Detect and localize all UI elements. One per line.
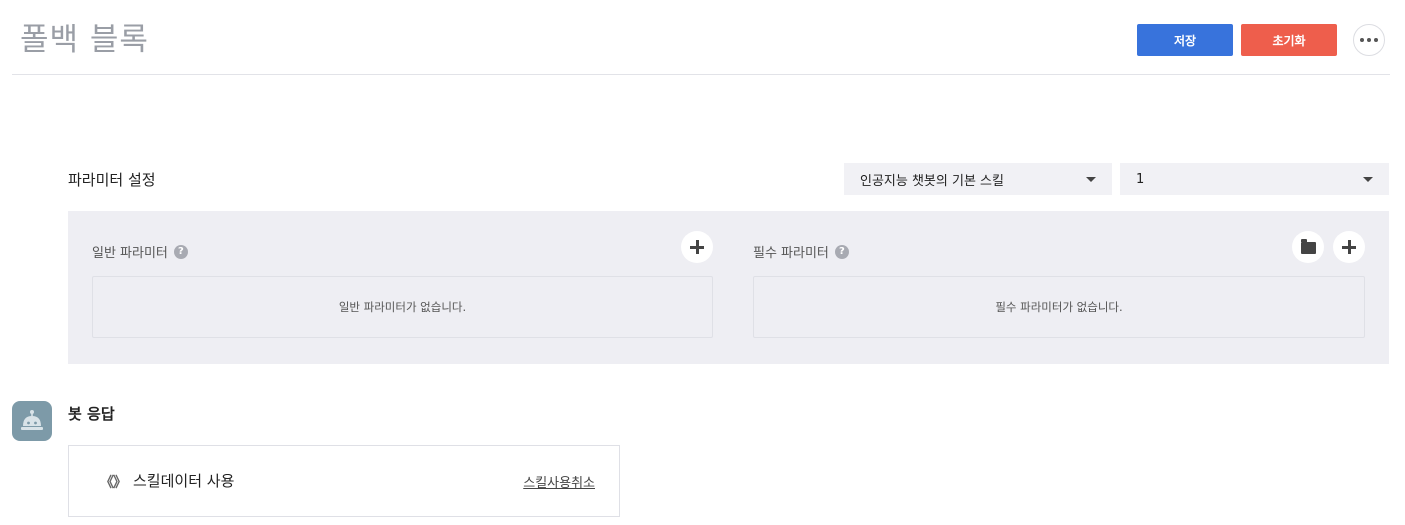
required-parameter-label: 필수 파라미터 [753,246,829,261]
version-select-value: 1 [1136,171,1145,187]
more-options-button[interactable] [1353,24,1385,56]
folder-button[interactable] [1292,231,1324,263]
skill-select[interactable]: 인공지능 챗봇의 기본 스킬 [844,163,1112,195]
add-general-parameter-button[interactable] [681,231,713,263]
required-parameter-empty: 필수 파라미터가 없습니다. [753,276,1365,338]
general-parameter-label: 일반 파라미터 [92,246,168,261]
required-parameter-header: 필수 파라미터 ? [753,242,849,261]
save-button[interactable]: 저장 [1137,24,1233,56]
header-divider [12,74,1390,75]
help-icon[interactable]: ? [834,244,849,259]
ellipsis-icon [1360,38,1364,42]
skill-data-title: 스킬데이터 사용 [133,472,235,490]
code-brackets-icon: 《》 [100,475,127,491]
bot-response-label: 봇 응답 [68,405,115,423]
skill-data-card: 《》 스킬데이터 사용 스킬사용취소 [68,445,620,517]
help-icon[interactable]: ? [173,244,188,259]
required-parameter-empty-text: 필수 파라미터가 없습니다. [995,300,1123,314]
ellipsis-icon [1374,38,1378,42]
add-required-parameter-button[interactable] [1333,231,1365,263]
robot-icon [21,410,43,430]
ellipsis-icon [1367,38,1371,42]
parameter-settings-label: 파라미터 설정 [68,171,156,189]
skill-select-value: 인공지능 챗봇의 기본 스킬 [860,173,1004,189]
chevron-down-icon [1363,177,1373,182]
folder-icon [1300,239,1316,254]
page-title: 폴백 블록 [20,22,149,58]
general-parameter-empty: 일반 파라미터가 없습니다. [92,276,713,338]
bot-avatar [12,401,52,441]
general-parameter-header: 일반 파라미터 ? [92,242,188,261]
reset-button[interactable]: 초기화 [1241,24,1337,56]
version-select[interactable]: 1 [1120,163,1389,195]
plus-icon [690,240,704,254]
chevron-down-icon [1086,177,1096,182]
general-parameter-empty-text: 일반 파라미터가 없습니다. [338,300,467,314]
plus-icon [1342,240,1356,254]
cancel-skill-use-link[interactable]: 스킬사용취소 [523,472,595,491]
parameter-panel: 일반 파라미터 ? 일반 파라미터가 없습니다. 필수 파라미터 ? 필수 파라… [68,211,1389,364]
